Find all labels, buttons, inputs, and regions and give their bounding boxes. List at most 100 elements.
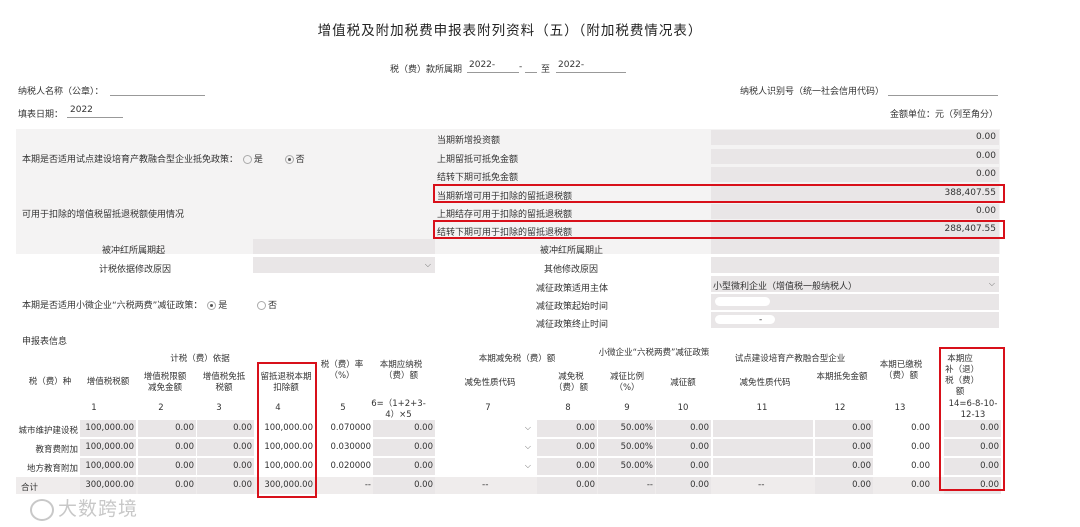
cell-rate: -- xyxy=(364,480,371,490)
highlight-box xyxy=(939,347,1005,491)
taxpayer-id-field[interactable] xyxy=(888,83,998,96)
pilot-code-cell xyxy=(713,420,813,437)
cell-small: 0.00 xyxy=(656,477,711,494)
col-header-pilot-amount: 本期抵免金额 xyxy=(816,372,868,382)
cell-small: 0.00 xyxy=(656,420,711,437)
col-group-pilot: 试点建设培育产教融合型企业 xyxy=(734,354,846,364)
cell-payable: 0.00 xyxy=(373,458,435,475)
column-number: 1 xyxy=(91,403,97,413)
column-number: 6=（1+2+3-4）×5 xyxy=(371,399,426,420)
cell-ratio: -- xyxy=(598,477,655,494)
period-label: 税（费）款所属期 xyxy=(390,65,463,75)
taxpayer-name-field[interactable] xyxy=(110,83,205,96)
column-number: 5 xyxy=(340,403,346,413)
col-header-vat-exempt: 增值税限额减免金额 xyxy=(143,372,187,393)
period-month-field[interactable] xyxy=(525,60,537,73)
cell-rate: 0.070000 xyxy=(330,423,371,433)
offset-start-label: 被冲红所属期起 xyxy=(102,246,166,256)
col-header-paid: 本期已缴税（费）额 xyxy=(879,360,923,381)
period-from-field[interactable]: 2022- xyxy=(467,60,519,73)
cell-paid: 0.00 xyxy=(911,423,930,433)
col-header-relief-amount: 减免税（费）额 xyxy=(553,372,588,393)
cell-vat: 100,000.00 xyxy=(80,458,136,475)
refund-row-label: 上期结存可用于扣除的留抵退税额 xyxy=(437,210,573,220)
logo-icon xyxy=(30,498,54,521)
chevron-down-icon: ⌵ xyxy=(524,461,531,470)
highlight-box xyxy=(257,362,317,498)
col-group-relief: 本期减免税（费）额 xyxy=(478,354,556,364)
cell-pilot: 0.00 xyxy=(815,420,873,437)
column-number: 10 xyxy=(677,403,689,413)
cell-ratio: 50.00% xyxy=(598,420,655,437)
column-number: 9 xyxy=(624,403,630,413)
relief-code-select[interactable]: ⌵ xyxy=(437,458,535,475)
cell-payable: 0.00 xyxy=(373,477,435,494)
column-number: 2 xyxy=(158,403,164,413)
small-question: 本期是否适用小微企业“六税两费”减征政策： 是 否 xyxy=(22,301,277,311)
cell-payable: 0.00 xyxy=(373,420,435,437)
col-header-type: 税（费）种 xyxy=(28,377,72,387)
cell-pilot: 0.00 xyxy=(815,439,873,456)
column-number: 11 xyxy=(756,403,768,413)
subject-select[interactable]: 小型微利企业（增值税一般纳税人） ⌵ xyxy=(711,276,999,292)
chevron-down-icon: ⌵ xyxy=(424,260,431,269)
highlight-box xyxy=(433,184,1005,203)
start-time-field[interactable] xyxy=(711,294,999,310)
basis-reason-label: 计税依据修改原因 xyxy=(99,265,172,275)
small-yes-radio[interactable] xyxy=(207,301,217,310)
unit-label: 金额单位：元（列至角分） xyxy=(890,110,999,120)
relief-code-select[interactable]: ⌵ xyxy=(437,439,535,456)
row-tax-type: 城市维护建设税 xyxy=(18,426,78,436)
cell-c2: 0.00 xyxy=(138,477,196,494)
highlight-box xyxy=(433,220,1005,239)
column-number: 12 xyxy=(834,403,846,413)
offset-end-field[interactable] xyxy=(711,239,999,254)
cell-relief: 0.00 xyxy=(537,439,597,456)
end-time-label: 减征政策终止时间 xyxy=(536,320,609,330)
fill-date-field[interactable]: 2022 xyxy=(67,105,123,118)
cell-rate: 0.020000 xyxy=(330,461,371,471)
small-no-radio[interactable] xyxy=(256,301,266,310)
col-header-small-amount: 减征额 xyxy=(670,378,696,388)
basis-reason-select[interactable]: ⌵ xyxy=(253,257,435,273)
row-tax-type: 教育费附加 xyxy=(35,445,78,455)
row-tax-type: 合计 xyxy=(21,483,39,493)
cell-vat: 300,000.00 xyxy=(80,477,136,494)
relief-code-select[interactable]: ⌵ xyxy=(437,420,535,437)
col-header-pilot-code: 减免性质代码 xyxy=(739,378,791,388)
offset-end-label: 被冲红所属期止 xyxy=(540,246,604,256)
section-label: 申报表信息 xyxy=(22,337,68,347)
pilot-no-radio[interactable] xyxy=(284,155,294,164)
col-group-small: 小微企业“六税两费”减征政策 xyxy=(598,348,710,358)
taxpayer-name-label: 纳税人名称（公章）： xyxy=(18,87,104,97)
pilot-code-cell xyxy=(713,458,813,475)
pilot-yes-radio[interactable] xyxy=(242,155,252,164)
chevron-down-icon: ⌵ xyxy=(988,279,995,288)
pilot-row-label: 当期新增投资额 xyxy=(437,136,501,146)
column-number: 7 xyxy=(485,403,491,413)
end-time-field[interactable]: - xyxy=(711,312,999,328)
offset-start-field[interactable] xyxy=(253,239,435,254)
cell-c3: 0.00 xyxy=(197,439,254,456)
cell-relief: 0.00 xyxy=(537,420,597,437)
col-header-small-ratio: 减征比例（%） xyxy=(609,372,644,393)
col-header-payable: 本期应纳税（费）额 xyxy=(379,360,423,381)
column-number: 8 xyxy=(565,403,571,413)
other-reason-field[interactable] xyxy=(711,257,999,273)
chevron-down-icon: ⌵ xyxy=(524,442,531,451)
cell-c3: 0.00 xyxy=(197,420,254,437)
pilot-code-cell: -- xyxy=(758,480,765,490)
start-time-label: 减征政策起始时间 xyxy=(536,302,609,312)
cell-paid: 0.00 xyxy=(911,442,930,452)
period-to-field[interactable]: 2022- xyxy=(556,60,626,73)
cell-c2: 0.00 xyxy=(138,439,196,456)
cell-payable: 0.00 xyxy=(373,439,435,456)
cell-vat: 100,000.00 xyxy=(80,439,136,456)
cell-pilot: 0.00 xyxy=(815,458,873,475)
cell-c3: 0.00 xyxy=(197,477,254,494)
col-header-rate: 税（费）率（%） xyxy=(320,360,364,381)
cell-pilot: 0.00 xyxy=(815,477,873,494)
pilot-code-cell xyxy=(713,439,813,456)
cell-small: 0.00 xyxy=(656,439,711,456)
pilot-row-label: 结转下期可抵免金额 xyxy=(437,173,519,183)
